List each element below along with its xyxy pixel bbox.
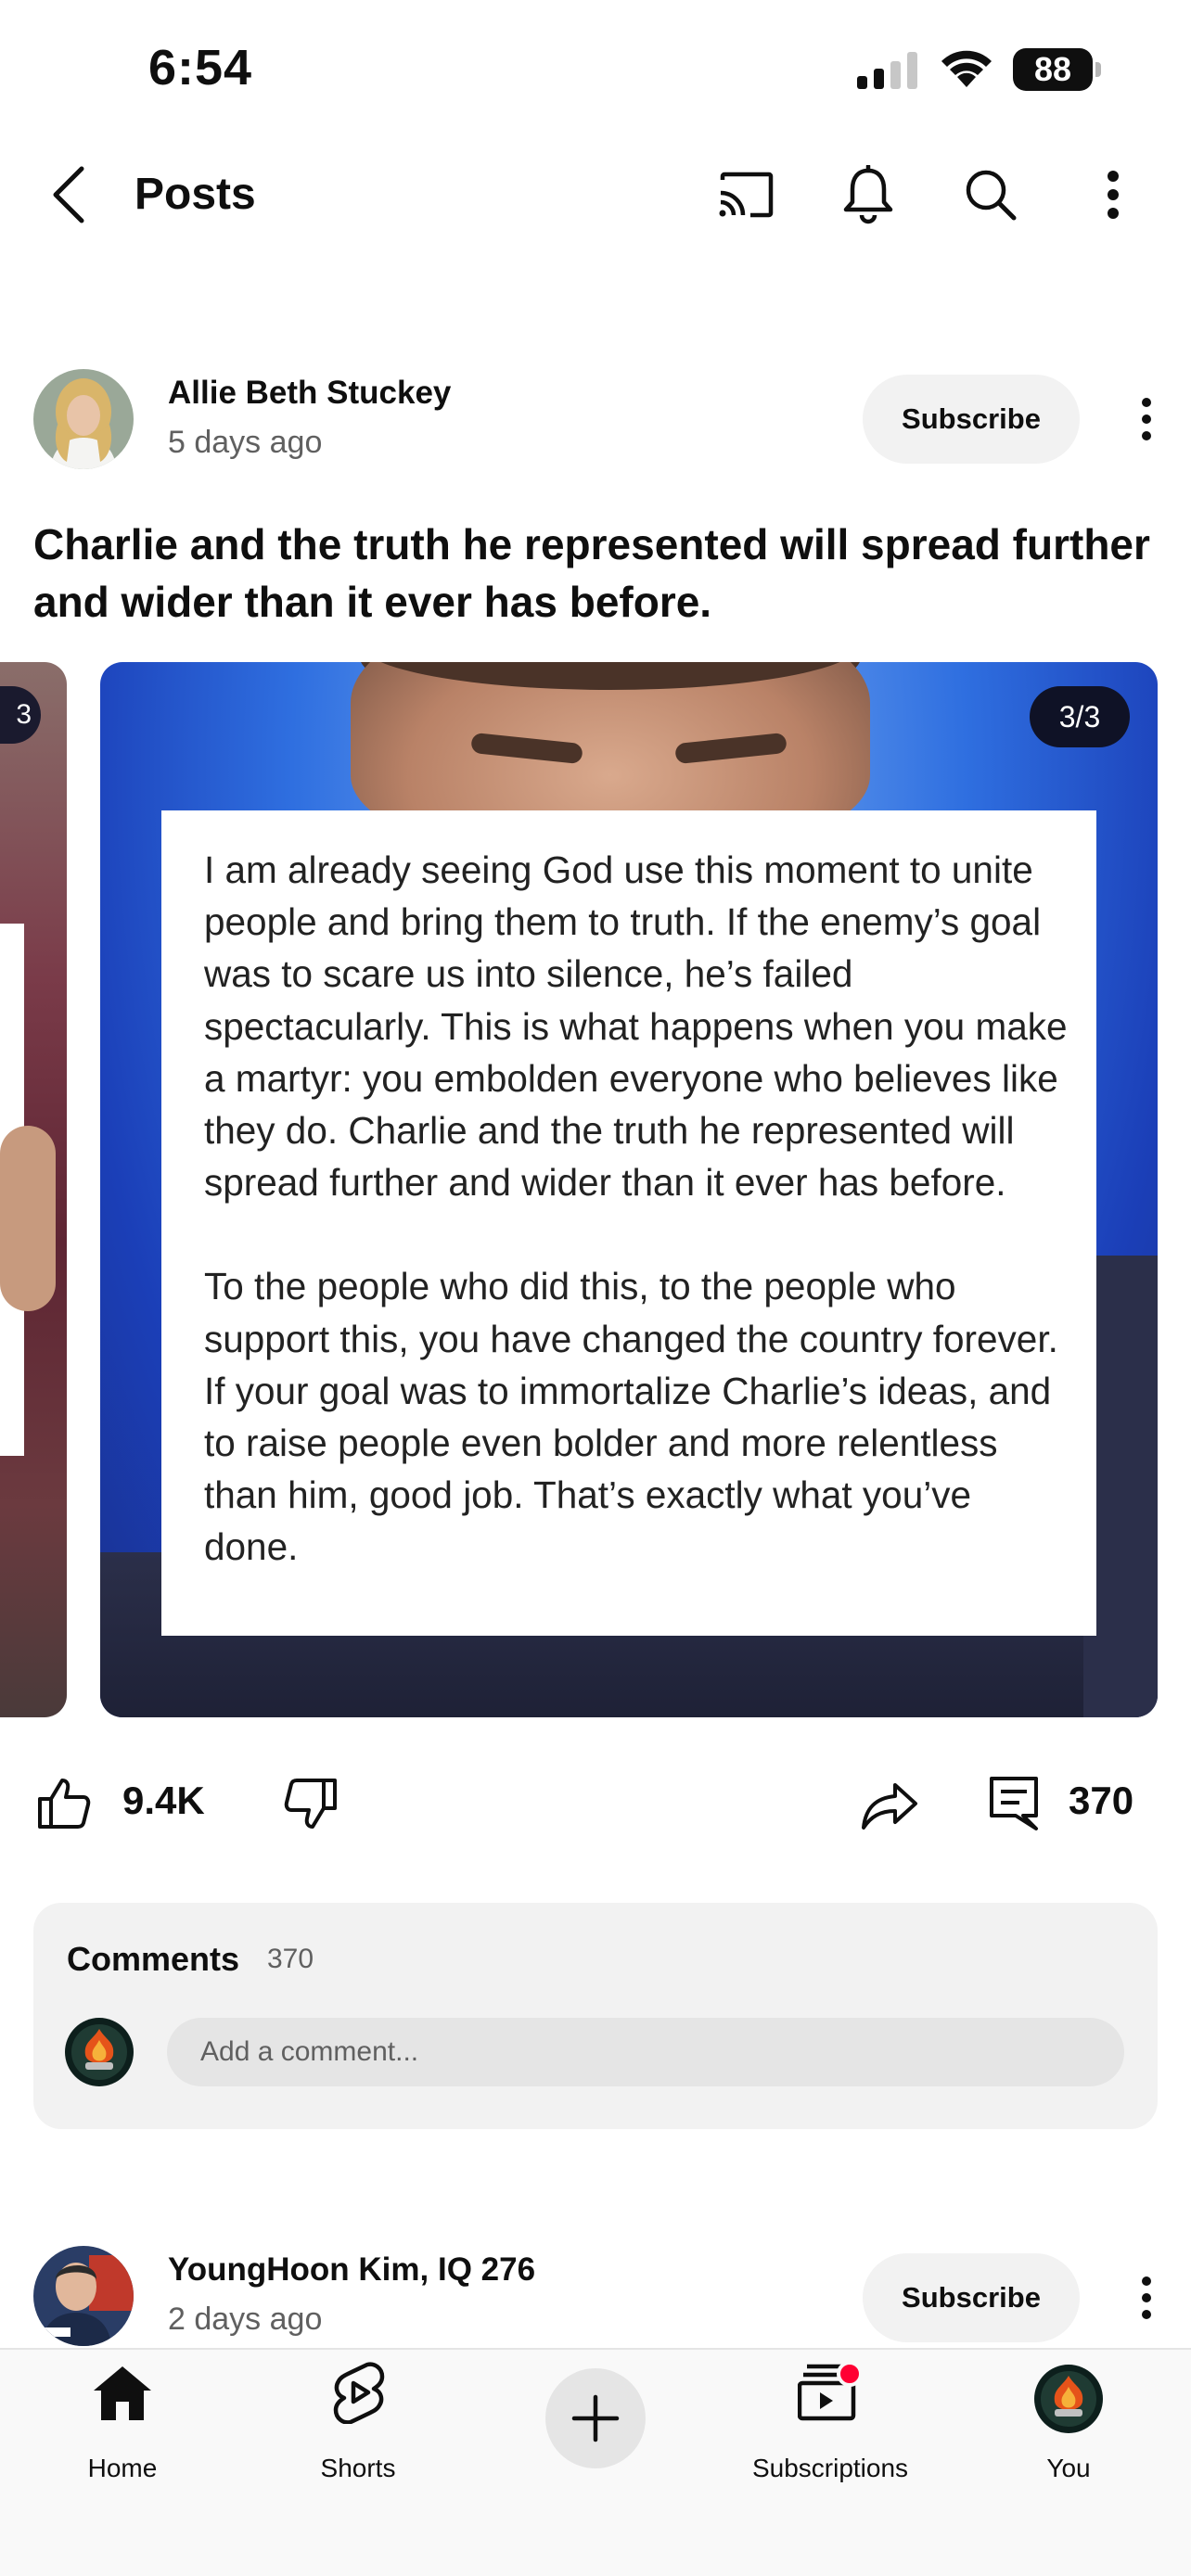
user-avatar: [65, 2018, 134, 2086]
thumbs-up-icon: [38, 1779, 91, 1829]
nav-subscriptions[interactable]: Subscriptions: [736, 2350, 924, 2517]
share-icon: [862, 1783, 917, 1830]
quote-card: I am already seeing God use this moment …: [161, 810, 1096, 1636]
app-header: Posts: [0, 139, 1191, 249]
post-header: YoungHoon Kim, IQ 276 2 days ago Subscri…: [0, 2244, 1191, 2353]
page-title: Posts: [134, 170, 256, 219]
page-indicator: 3/3: [1030, 686, 1130, 747]
post-title: Charlie and the truth he represented wil…: [33, 520, 1150, 626]
more-options-button[interactable]: [1078, 159, 1148, 230]
nav-you[interactable]: You: [1020, 2350, 1117, 2517]
nav-subscriptions-label: Subscriptions: [751, 2454, 909, 2482]
comment-button[interactable]: [983, 1771, 1044, 1836]
home-icon: [94, 2366, 151, 2420]
channel-name[interactable]: YoungHoon Kim, IQ 276: [168, 2251, 535, 2289]
battery-icon: 88: [1013, 48, 1102, 91]
bottom-navigation: Home Shorts Subscriptions You: [0, 2348, 1191, 2576]
share-button[interactable]: [857, 1775, 922, 1836]
back-arrow-icon: [53, 166, 84, 223]
shorts-icon: [333, 2362, 385, 2424]
post-actions: 9.4K 370: [0, 1766, 1191, 1840]
image-carousel[interactable]: 3 I am already seeing God use this momen…: [0, 662, 1191, 1719]
search-button[interactable]: [955, 159, 1026, 230]
cast-button[interactable]: [711, 159, 781, 230]
quote-paragraph: I am already seeing God use this moment …: [204, 848, 1068, 1205]
avatar: [1034, 2365, 1103, 2433]
post-menu-button[interactable]: [1119, 388, 1174, 451]
battery-level: 88: [1013, 48, 1093, 91]
channel-avatar[interactable]: [33, 369, 134, 469]
nav-shorts[interactable]: Shorts: [302, 2350, 414, 2517]
nav-home[interactable]: Home: [67, 2350, 178, 2517]
create-button[interactable]: [545, 2368, 646, 2468]
post-header: Allie Beth Stuckey 5 days ago Subscribe: [0, 367, 1191, 477]
status-bar: 6:54 88: [0, 0, 1191, 139]
search-icon: [966, 170, 1017, 221]
nav-you-label: You: [1046, 2454, 1091, 2482]
plus-icon: [571, 2394, 620, 2442]
wifi-icon: [941, 50, 992, 87]
subscribe-button[interactable]: Subscribe: [863, 2253, 1080, 2342]
subscriptions-icon: [798, 2363, 863, 2421]
cast-icon: [719, 172, 774, 218]
previous-image[interactable]: [0, 662, 67, 1717]
channel-name[interactable]: Allie Beth Stuckey: [168, 375, 451, 412]
channel-avatar[interactable]: [33, 2246, 134, 2346]
dislike-button[interactable]: [280, 1773, 341, 1834]
like-count: 9.4K: [122, 1779, 205, 1822]
more-vertical-icon: [1142, 398, 1151, 440]
post-menu-button[interactable]: [1119, 2266, 1174, 2329]
quote-paragraph: To the people who did this, to the peopl…: [204, 1265, 1058, 1569]
like-button[interactable]: [33, 1773, 95, 1834]
nav-home-label: Home: [87, 2454, 158, 2482]
back-button[interactable]: [33, 159, 104, 230]
add-comment-input[interactable]: Add a comment...: [167, 2018, 1124, 2086]
comment-icon: [990, 1777, 1038, 1830]
status-time: 6:54: [148, 40, 253, 96]
comments-section[interactable]: Comments 370 Add a comment...: [33, 1903, 1158, 2129]
notifications-button[interactable]: [833, 158, 903, 232]
current-image[interactable]: I am already seeing God use this moment …: [100, 662, 1158, 1717]
cellular-signal-icon: [857, 52, 917, 89]
more-vertical-icon: [1108, 171, 1119, 219]
subscribe-button[interactable]: Subscribe: [863, 375, 1080, 464]
comments-title: Comments: [67, 1940, 240, 1978]
bell-icon: [843, 165, 893, 224]
comment-count[interactable]: 370: [1069, 1779, 1133, 1823]
post-date: 5 days ago: [168, 425, 323, 460]
more-vertical-icon: [1142, 2276, 1151, 2319]
thumbs-down-icon: [284, 1779, 337, 1829]
nav-shorts-label: Shorts: [320, 2454, 396, 2482]
post-date: 2 days ago: [168, 2302, 323, 2337]
comments-count: 370: [267, 1944, 314, 1974]
